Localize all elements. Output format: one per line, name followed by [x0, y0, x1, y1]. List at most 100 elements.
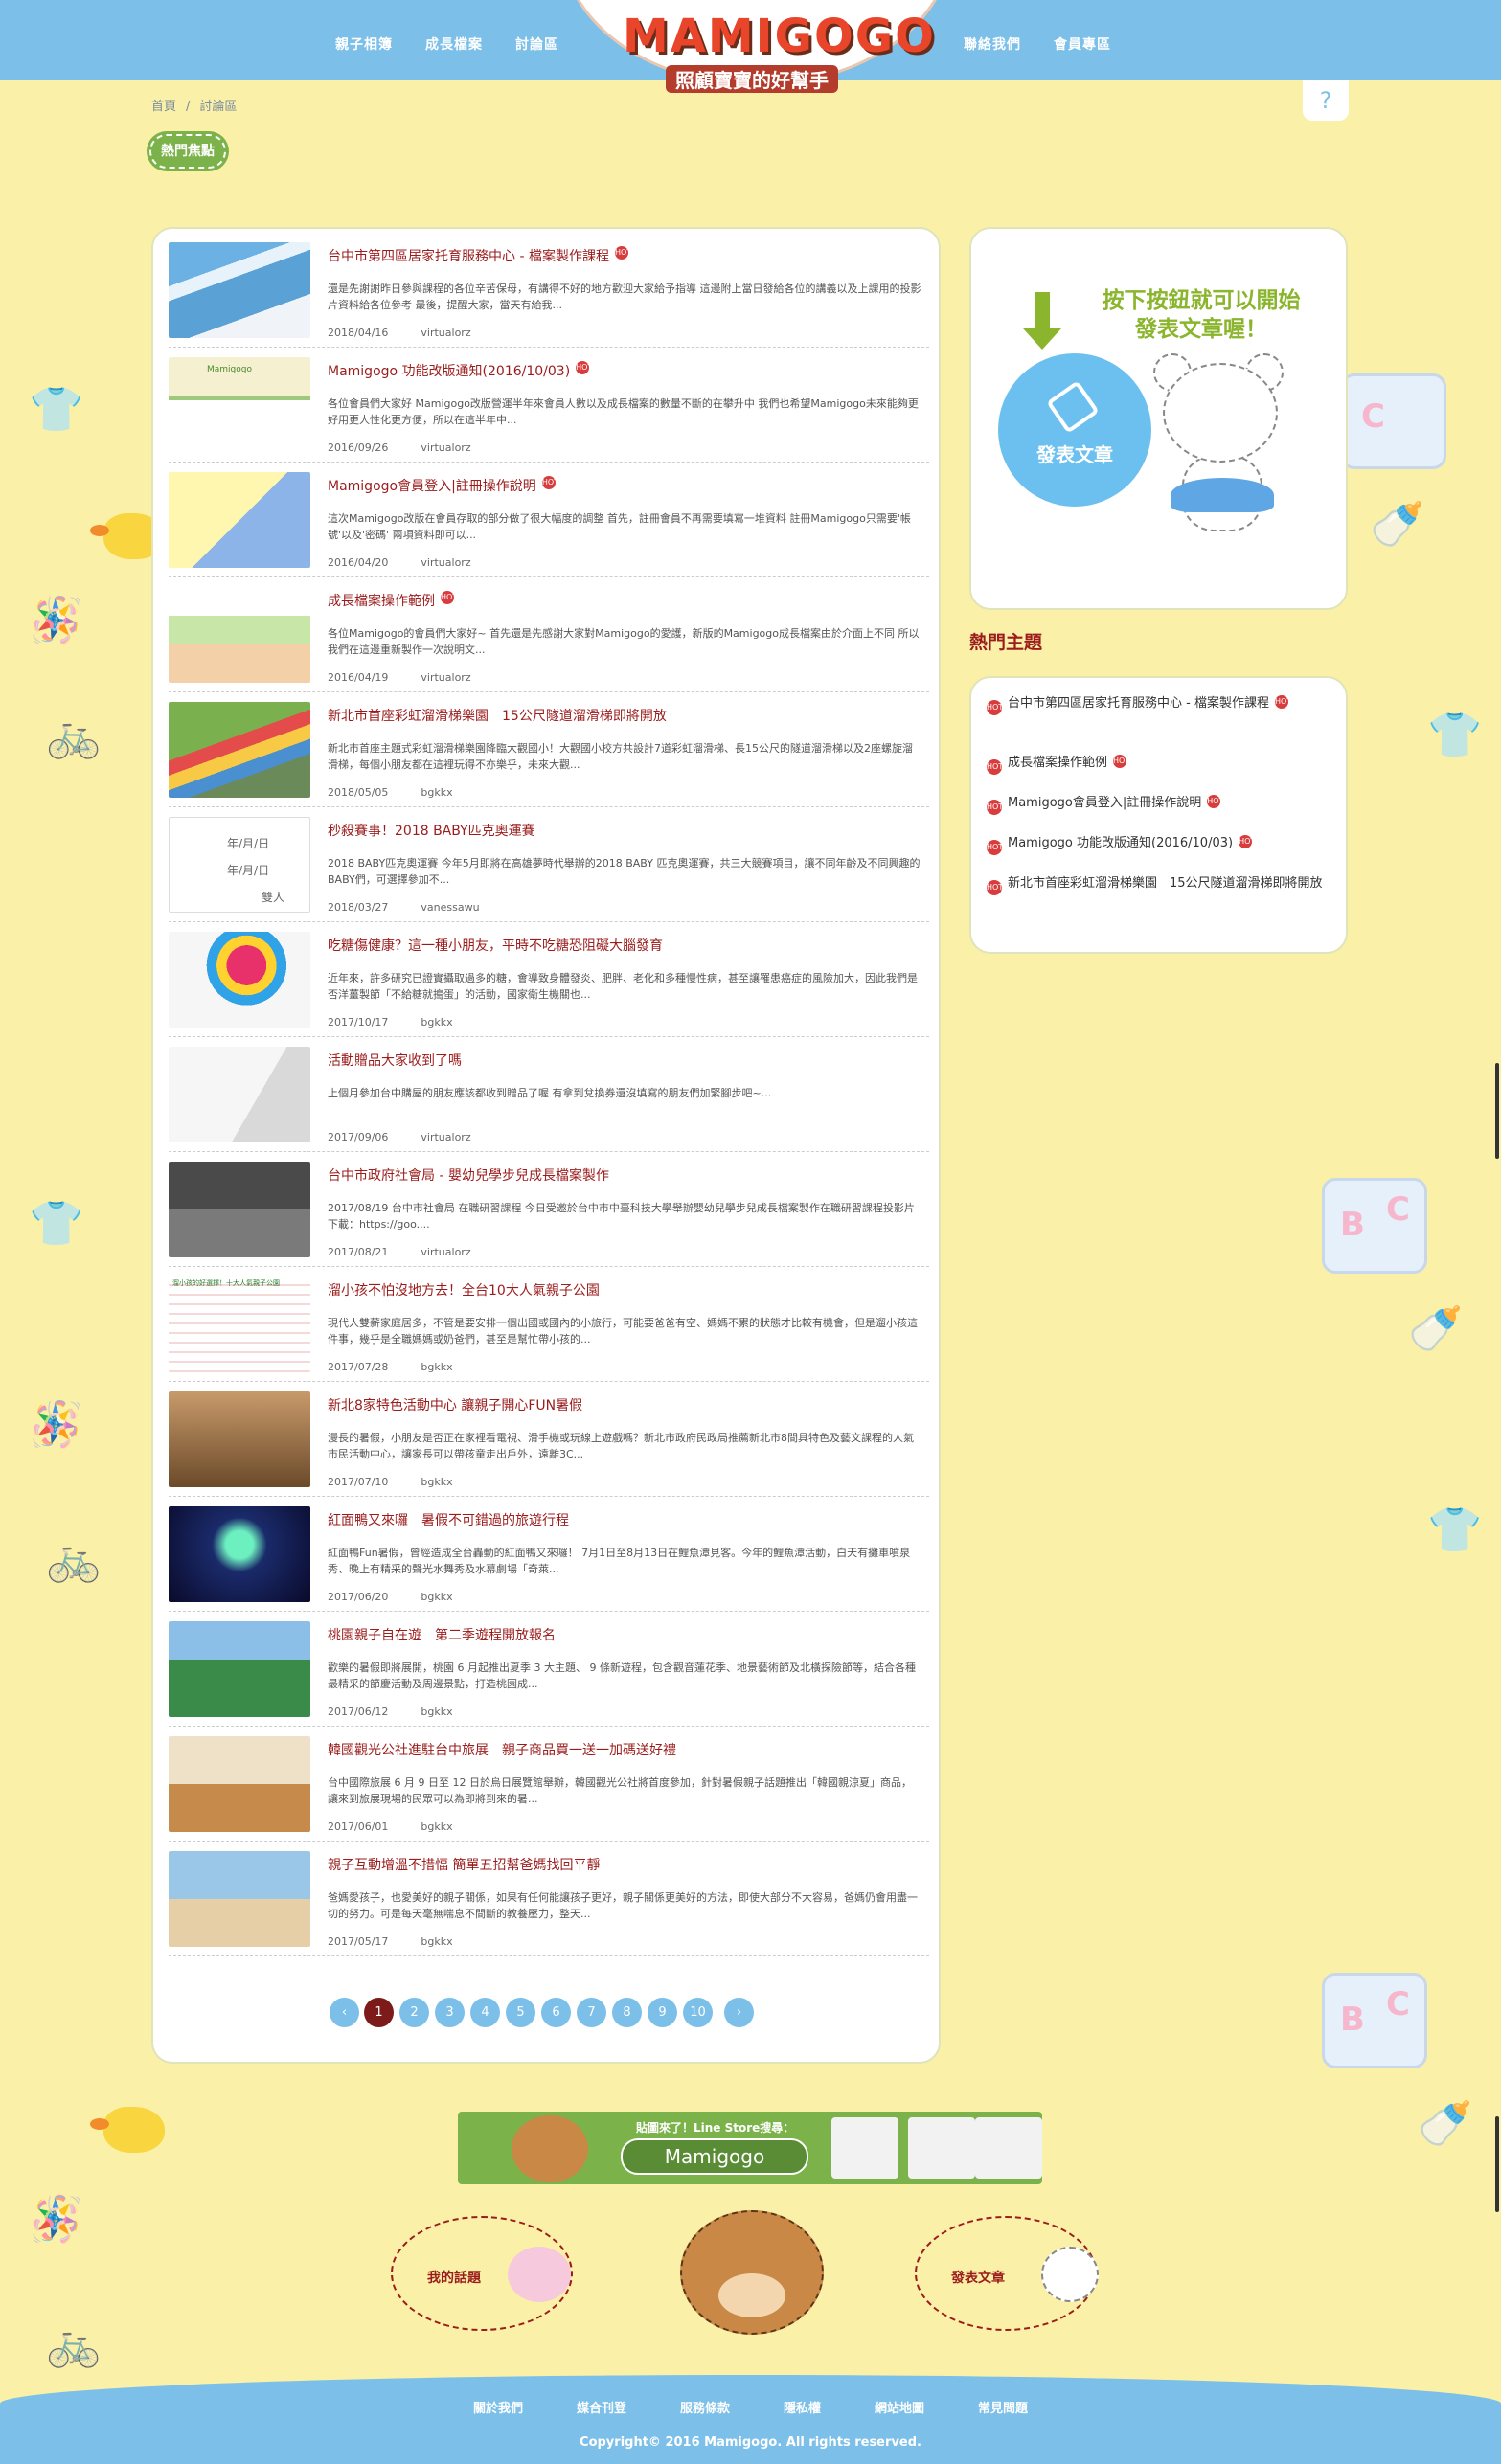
thumb-text: 溜小孩的好選擇！十大人氣親子公園 — [172, 1279, 280, 1287]
nav-item-album[interactable]: 親子相簿 — [335, 37, 393, 53]
post-title[interactable]: 吃糖傷健康？這一種小朋友，平時不吃糖恐阻礙大腦發育 — [328, 936, 921, 955]
post-author[interactable]: bgkkx — [421, 1820, 452, 1833]
post-title[interactable]: 新北8家特色活動中心 讓親子開心FUN暑假 — [328, 1395, 921, 1414]
post-author[interactable]: vanessawu — [421, 901, 479, 914]
hot-topic-item[interactable]: HOT 新北市首座彩虹溜滑梯樂園 15公尺隧道溜滑梯即將開放 — [987, 875, 1331, 895]
post-author[interactable]: bgkkx — [421, 1016, 452, 1029]
hot-topic-item[interactable]: HOT Mamigogo 功能改版通知(2016/10/03) HOT — [987, 835, 1331, 855]
post-date: 2018/04/16 — [328, 327, 389, 339]
post-title[interactable]: Mamigogo 功能改版通知(2016/10/03) HOT — [328, 361, 921, 380]
onesie-decoration: 👕 — [29, 1197, 84, 1249]
footer-link-about[interactable]: 關於我們 — [473, 2402, 523, 2416]
pagination-page-1[interactable]: 1 — [364, 1998, 394, 2027]
footer-link-faq[interactable]: 常見問題 — [978, 2402, 1028, 2416]
post-thumbnail[interactable]: 溜小孩的好選擇！十大人氣親子公園 — [169, 1277, 310, 1372]
nav-item-member[interactable]: 會員專區 — [1054, 37, 1111, 53]
post-title[interactable]: 紅面鴨又來囉 暑假不可錯過的旅遊行程 — [328, 1510, 921, 1529]
pagination-page-2[interactable]: 2 — [399, 1998, 429, 2027]
post-thumbnail[interactable] — [169, 702, 310, 798]
footer-link-sitemap[interactable]: 網站地圖 — [875, 2402, 924, 2416]
post-title-text: 韓國觀光公社進駐台中旅展 親子商品買一送一加碼送好禮 — [328, 1743, 676, 1758]
post-thumbnail[interactable] — [169, 1736, 310, 1832]
post-thumbnail[interactable] — [169, 1391, 310, 1487]
hot-topic-item[interactable]: HOT 成長檔案操作範例 HOT — [987, 755, 1331, 775]
post-title[interactable]: 新北市首座彩虹溜滑梯樂園 15公尺隧道溜滑梯即將開放 — [328, 706, 921, 725]
post-author[interactable]: bgkkx — [421, 1361, 452, 1373]
post-title[interactable]: 韓國觀光公社進駐台中旅展 親子商品買一送一加碼送好禮 — [328, 1740, 921, 1759]
nav-item-forum[interactable]: 討論區 — [515, 37, 558, 53]
help-button[interactable]: ? — [1303, 80, 1349, 121]
post-title[interactable]: 桃園親子自在遊 第二季遊程開放報名 — [328, 1625, 921, 1644]
post-title[interactable]: 活動贈品大家收到了嗎 — [328, 1051, 921, 1070]
post-date: 2018/05/05 — [328, 786, 389, 799]
post-article-bubble[interactable]: 發表文章 — [915, 2216, 1099, 2331]
post-thumbnail[interactable] — [169, 1162, 310, 1257]
post-title[interactable]: 溜小孩不怕沒地方去！全台10大人氣親子公園 — [328, 1280, 921, 1300]
pagination-page-7[interactable]: 7 — [577, 1998, 606, 2027]
line-sticker-banner[interactable]: 貼圖來了！Line Store搜尋： Mamigogo — [458, 2112, 1042, 2184]
nav-item-contact[interactable]: 聯絡我們 — [964, 37, 1021, 53]
post-title[interactable]: 台中市第四區居家托育服務中心 - 檔案製作課程 HOT — [328, 246, 921, 265]
hot-topic-item[interactable]: HOT 台中市第四區居家托育服務中心 - 檔案製作課程 HOT — [987, 695, 1331, 715]
post-author[interactable]: virtualorz — [421, 1131, 470, 1143]
post-title-text: 紅面鴨又來囉 暑假不可錯過的旅遊行程 — [328, 1513, 569, 1528]
pagination-page-4[interactable]: 4 — [470, 1998, 500, 2027]
post-thumbnail[interactable] — [169, 587, 310, 683]
post-title-text: 成長檔案操作範例 — [328, 594, 435, 609]
post-thumbnail[interactable] — [169, 1506, 310, 1602]
post-author[interactable]: virtualorz — [421, 327, 470, 339]
post-title[interactable]: 秒殺賽事！2018 BABY匹克奧運賽 — [328, 821, 921, 840]
site-logo[interactable]: MAMIGOGO 照顧寶寶的好幫手 — [623, 10, 934, 93]
post-author[interactable]: bgkkx — [421, 1591, 452, 1603]
pagination-page-5[interactable]: 5 — [506, 1998, 535, 2027]
arrow-down-icon — [1023, 292, 1061, 350]
nav-item-growth[interactable]: 成長檔案 — [425, 37, 483, 53]
post-article-bubble-label: 發表文章 — [951, 2271, 1005, 2286]
post-author[interactable]: bgkkx — [421, 1935, 452, 1948]
post-author[interactable]: bgkkx — [421, 1706, 452, 1718]
scrollbar-thumb[interactable] — [1495, 1063, 1499, 1159]
hot-focus-tab[interactable]: 熱門焦點 — [149, 134, 226, 169]
post-title[interactable]: 成長檔案操作範例 HOT — [328, 591, 921, 610]
footer-link-advertise[interactable]: 媒合刊登 — [577, 2402, 626, 2416]
footer-link-terms[interactable]: 服務條款 — [680, 2402, 730, 2416]
pagination-page-9[interactable]: 9 — [648, 1998, 677, 2027]
rattle-decoration: 🪅 — [29, 2193, 84, 2245]
post-meta: 2017/09/06 virtualorz — [328, 1131, 471, 1143]
post-title[interactable]: 台中市政府社會局 - 嬰幼兒學步兒成長檔案製作 — [328, 1165, 921, 1185]
post-title-text: Mamigogo 功能改版通知(2016/10/03) — [328, 364, 571, 379]
post-author[interactable]: virtualorz — [421, 556, 470, 569]
pagination-page-3[interactable]: 3 — [435, 1998, 465, 2027]
pagination-page-8[interactable]: 8 — [612, 1998, 642, 2027]
post-title[interactable]: Mamigogo會員登入|註冊操作說明 HOT — [328, 476, 921, 495]
post-thumbnail[interactable] — [169, 1047, 310, 1142]
post-thumbnail[interactable] — [169, 472, 310, 568]
post-title[interactable]: 親子互動增溫不措愊 簡單五招幫爸媽找回平靜 — [328, 1855, 921, 1874]
my-topics-bubble[interactable]: 我的話題 — [391, 2216, 573, 2331]
post-thumbnail[interactable]: Mamigogo — [169, 357, 310, 453]
post-title-text: Mamigogo會員登入|註冊操作說明 — [328, 479, 536, 494]
footer-link-privacy[interactable]: 隱私權 — [784, 2402, 821, 2416]
pagination-page-10[interactable]: 10 — [683, 1998, 713, 2027]
post-author[interactable]: bgkkx — [421, 1476, 452, 1488]
post-excerpt: 台中國際旅展 6 月 9 日至 12 日於烏日展覽館舉辦，韓國觀光公社將首度參加… — [328, 1776, 912, 1805]
hot-topic-item[interactable]: HOT Mamigogo會員登入|註冊操作說明 HOT — [987, 795, 1331, 815]
post-author[interactable]: virtualorz — [421, 1246, 470, 1258]
pagination-prev-button[interactable]: ‹ — [330, 1998, 359, 2027]
post-article-button[interactable]: 發表文章 — [998, 353, 1151, 507]
post-thumbnail[interactable] — [169, 242, 310, 338]
breadcrumb-home[interactable]: 首頁 — [151, 100, 176, 114]
post-author[interactable]: virtualorz — [421, 441, 470, 454]
post-thumbnail[interactable] — [169, 932, 310, 1028]
post-author[interactable]: virtualorz — [421, 671, 470, 684]
post-thumbnail[interactable] — [169, 1621, 310, 1717]
post-thumbnail[interactable]: 年/月/日 年/月/日 雙人 — [169, 817, 310, 913]
pagination-next-button[interactable]: › — [724, 1998, 754, 2027]
scrollbar-thumb[interactable] — [1495, 2116, 1499, 2212]
breadcrumb-current[interactable]: 討論區 — [199, 100, 237, 114]
copyright: Copyright© 2016 Mamigogo. All rights res… — [580, 2435, 921, 2450]
post-thumbnail[interactable] — [169, 1851, 310, 1947]
pagination-page-6[interactable]: 6 — [541, 1998, 571, 2027]
post-excerpt: 2018 BABY匹克奧運賽 今年5月即將在高雄夢時代舉辦的2018 BABY … — [328, 857, 921, 886]
post-author[interactable]: bgkkx — [421, 786, 452, 799]
